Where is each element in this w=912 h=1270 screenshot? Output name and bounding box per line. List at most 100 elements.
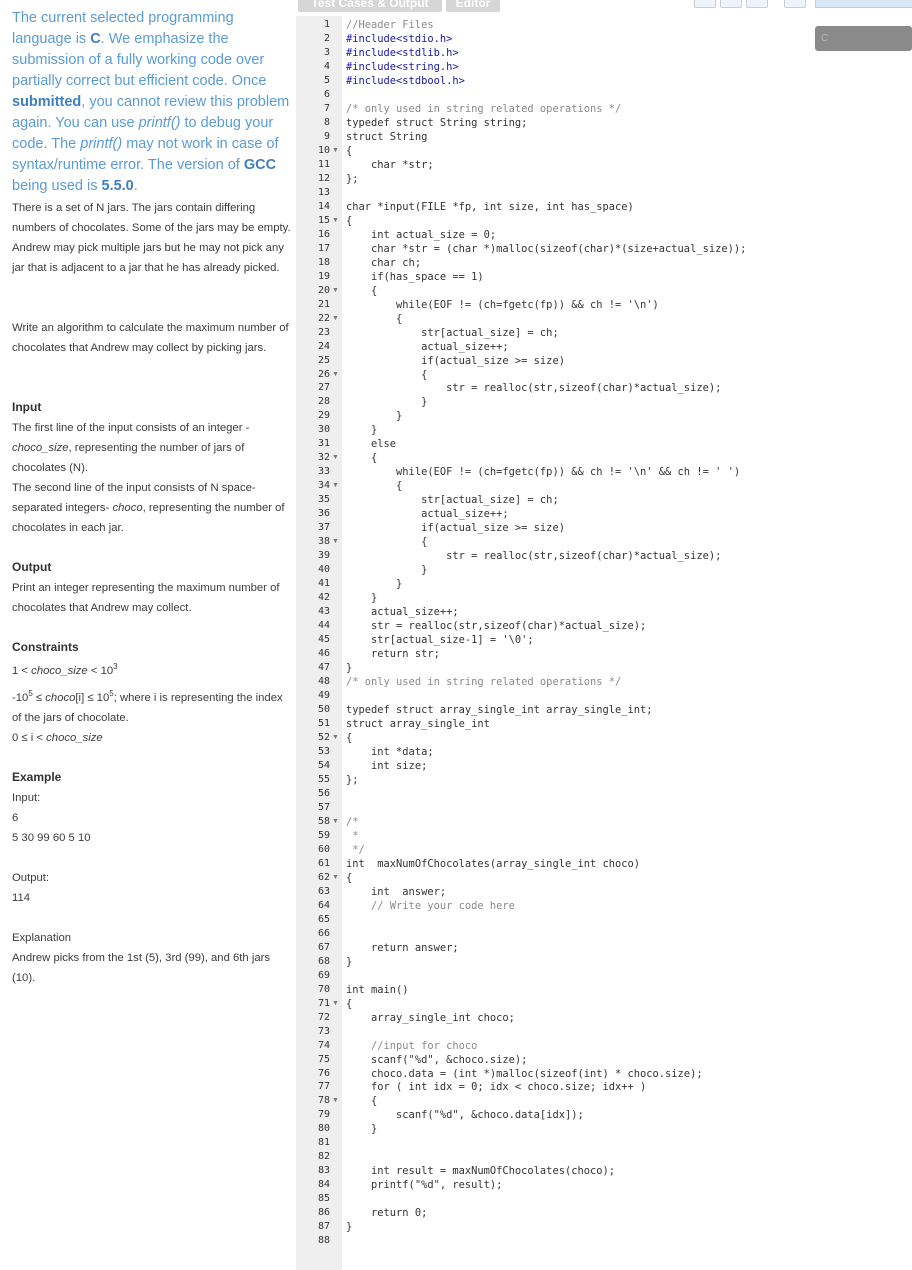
code-line: { <box>346 452 378 465</box>
code-line: int actual_size = 0; <box>346 228 497 241</box>
fold-arrow-icon[interactable]: ▼ <box>332 454 339 461</box>
tab-editor[interactable]: Editor <box>446 0 500 12</box>
input-var: choco_size <box>12 442 69 454</box>
language-badge: C <box>815 26 912 51</box>
code-line: scanf("%d", &choco.size); <box>346 1053 528 1066</box>
fold-arrow-icon[interactable]: ▼ <box>332 315 339 322</box>
output-description: Print an integer representing the maximu… <box>12 582 280 614</box>
fold-arrow-icon[interactable]: ▼ <box>332 818 339 825</box>
settings-icon[interactable] <box>694 0 716 8</box>
code-line: else <box>346 438 397 451</box>
line-number: 70 <box>317 983 330 995</box>
language-select[interactable] <box>815 0 912 8</box>
code-line: return answer; <box>346 941 459 954</box>
line-number: 19 <box>317 270 330 282</box>
code-line: { <box>346 1095 378 1108</box>
code-line: if(actual_size >= size) <box>346 522 565 535</box>
fold-arrow-icon[interactable]: ▼ <box>332 482 339 489</box>
line-number: 25 <box>317 354 330 366</box>
code-line: { <box>346 997 353 1010</box>
code-line: //Header Files <box>346 19 434 31</box>
line-number: 52 <box>317 731 330 743</box>
code-line: while(EOF != (ch=fgetc(fp)) && ch != '\n… <box>346 298 659 311</box>
code-line: /* only used in string related operation… <box>346 676 622 689</box>
code-line: typedef struct String string; <box>346 116 528 129</box>
code-line: str = realloc(str,sizeof(char)*actual_si… <box>346 620 647 633</box>
line-number: 88 <box>317 1235 330 1247</box>
code-line: printf("%d", result); <box>346 1179 503 1192</box>
code-line: #include<string.h> <box>346 60 459 73</box>
code-line: if(actual_size >= size) <box>346 354 565 367</box>
fold-arrow-icon[interactable]: ▼ <box>332 1000 339 1007</box>
line-number: 51 <box>317 718 330 729</box>
editor-tabs: Test Cases & Output Editor <box>296 0 912 14</box>
line-number: 9 <box>323 130 330 142</box>
code-line: scanf("%d", &choco.data[idx]); <box>346 1109 584 1122</box>
constraints-heading: Constraints <box>12 640 79 654</box>
line-number: 80 <box>317 1123 330 1135</box>
fold-arrow-icon[interactable]: ▼ <box>332 147 339 154</box>
tab-test-cases[interactable]: Test Cases & Output <box>298 0 442 12</box>
fold-arrow-icon[interactable]: ▼ <box>332 734 339 741</box>
line-number: 41 <box>317 578 330 590</box>
line-number: 75 <box>317 1053 330 1065</box>
line-number: 18 <box>317 256 330 268</box>
line-number: 37 <box>317 522 330 534</box>
example-input-values: 5 30 99 60 5 10 <box>12 832 91 844</box>
explanation-label: Explanation <box>12 932 72 944</box>
fold-arrow-icon[interactable]: ▼ <box>332 538 339 545</box>
code-line: //input for choco <box>346 1039 478 1052</box>
fold-arrow-icon[interactable]: ▼ <box>332 287 339 294</box>
input-var: choco <box>112 502 143 514</box>
code-line: * <box>346 829 359 842</box>
fold-arrow-icon[interactable]: ▼ <box>332 874 339 881</box>
c-var: choco_size <box>31 665 88 677</box>
code-line: { <box>346 731 353 744</box>
line-number: 58 <box>317 815 330 827</box>
line-number: 26 <box>317 368 330 380</box>
line-number: 82 <box>317 1151 330 1163</box>
line-number: 35 <box>317 494 330 506</box>
line-number: 23 <box>317 326 330 338</box>
code-line: struct array_single_int <box>346 718 490 730</box>
fold-arrow-icon[interactable]: ▼ <box>332 371 339 378</box>
line-number: 40 <box>317 564 330 576</box>
example-input-label: Input: <box>12 792 41 804</box>
input-description-2: The second line of the input consists of… <box>12 478 294 538</box>
c-text: [i] ≤ 10 <box>75 692 110 704</box>
code-line: char *str; <box>346 158 434 171</box>
c-var: choco <box>45 692 76 704</box>
line-number: 29 <box>317 410 330 422</box>
notice-version: 5.5.0 <box>101 178 134 194</box>
c-text: ≤ <box>32 692 46 704</box>
constraint-1: 1 < choco_size < 103 <box>12 661 294 681</box>
code-line: { <box>346 284 378 297</box>
notice-printf: printf() <box>138 115 181 131</box>
line-number: 54 <box>317 759 330 771</box>
example-heading: Example <box>12 770 62 784</box>
line-number: 57 <box>317 801 330 813</box>
code-line: int answer; <box>346 885 447 898</box>
c-text: 1 < <box>12 665 32 677</box>
line-number: 47 <box>317 662 330 674</box>
code-line: { <box>346 368 428 381</box>
line-number: 87 <box>317 1221 330 1233</box>
fold-arrow-icon[interactable]: ▼ <box>332 1097 339 1104</box>
code-line: str[actual_size-1] = '\0'; <box>346 634 534 647</box>
expand-icon[interactable] <box>720 0 742 8</box>
line-number: 22 <box>317 312 330 324</box>
fullscreen-icon[interactable] <box>784 0 806 8</box>
input-description-1: The first line of the input consists of … <box>12 418 294 478</box>
line-number: 34 <box>317 480 330 492</box>
line-number: 67 <box>317 941 330 953</box>
code-line: if(has_space == 1) <box>346 270 484 283</box>
line-number: 1 <box>323 19 330 30</box>
line-number: 53 <box>317 745 330 757</box>
theme-icon[interactable] <box>746 0 768 8</box>
code-line: str[actual_size] = ch; <box>346 494 559 507</box>
line-number: 83 <box>317 1165 330 1177</box>
fold-arrow-icon[interactable]: ▼ <box>332 217 339 224</box>
code-line: for ( int idx = 0; idx < choco.size; idx… <box>346 1081 647 1094</box>
c-var: choco_size <box>46 732 103 744</box>
line-number: 60 <box>317 843 330 855</box>
